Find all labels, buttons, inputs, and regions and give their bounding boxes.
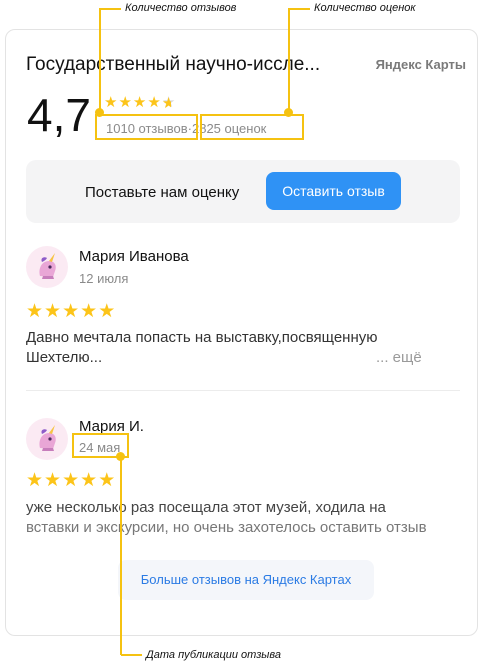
review-text-line: вставки и экскурсии, но очень захотелось… (26, 519, 427, 536)
highlight-ratings-count (200, 114, 304, 140)
yandex-maps-brand[interactable]: Яндекс Карты (376, 57, 466, 72)
callout-dot-reviews (95, 108, 104, 117)
rate-us-text: Поставьте нам оценку (85, 184, 240, 201)
star-icon: ★ (104, 94, 119, 111)
star-icon: ★ (98, 301, 117, 322)
avatar (26, 418, 68, 460)
star-icon: ★ (118, 94, 133, 111)
organization-title[interactable]: Государственный научно-иссле... (26, 54, 356, 76)
annotation-reviews-count: Количество отзывов (125, 2, 237, 14)
review-text: Давно мечтала попасть на выставку,посвящ… (26, 328, 456, 368)
star-icon: ★ (44, 470, 63, 491)
star-icon: ★ (80, 470, 99, 491)
read-more-link[interactable]: ... ещё (376, 348, 422, 368)
review-divider (26, 390, 460, 391)
review-item: Мария Иванова 12 июля ★★★★★ Давно мечтал… (26, 244, 460, 374)
avatar (26, 246, 68, 288)
callout-dot-ratings (284, 108, 293, 117)
widget-header: Государственный научно-иссле... Яндекс К… (26, 54, 466, 78)
highlight-reviews-count (95, 114, 198, 140)
callout-line-reviews-v (99, 8, 101, 114)
star-icon: ★ (132, 94, 148, 111)
leave-review-button[interactable]: Оставить отзыв (266, 172, 401, 210)
callout-line-date-v (120, 458, 122, 655)
callout-line-date-h (121, 654, 142, 656)
callout-line-ratings-h (289, 8, 310, 10)
star-icon: ★ (26, 301, 45, 322)
star-icon: ★ (44, 301, 63, 322)
review-text-line: Шехтелю... ... ещё (26, 348, 422, 368)
rating-stars: ★★★★★★ (104, 93, 177, 112)
annotation-publish-date: Дата публикации отзыва (146, 649, 282, 661)
review-text: уже несколько раз посещала этот музей, х… (26, 498, 456, 538)
review-stars: ★★★★★ (26, 469, 116, 492)
star-icon: ★ (62, 301, 81, 322)
review-text-line: Давно мечтала попасть на выставку,посвящ… (26, 329, 378, 346)
callout-line-ratings-v (288, 8, 290, 114)
rating-value: 4,7 (27, 89, 91, 141)
star-icon: ★ (147, 94, 162, 111)
unicorn-icon (39, 253, 56, 279)
unicorn-icon (39, 425, 56, 451)
star-icon: ★ (62, 470, 81, 491)
review-date: 12 июля (79, 271, 129, 286)
star-icon: ★ (80, 301, 99, 322)
review-author[interactable]: Мария Иванова (79, 248, 189, 265)
callout-line-reviews-h (100, 8, 121, 10)
annotation-ratings-count: Количество оценок (314, 2, 416, 14)
more-reviews-button[interactable]: Больше отзывов на Яндекс Картах (118, 560, 374, 600)
half-star-icon: ★★ (161, 94, 177, 112)
star-icon: ★ (98, 470, 117, 491)
rate-us-panel: Поставьте нам оценку Оставить отзыв (26, 160, 460, 223)
review-text-line: уже несколько раз посещала этот музей, х… (26, 499, 386, 516)
review-stars: ★★★★★ (26, 300, 116, 323)
callout-dot-date (116, 452, 125, 461)
star-icon: ★ (26, 470, 45, 491)
